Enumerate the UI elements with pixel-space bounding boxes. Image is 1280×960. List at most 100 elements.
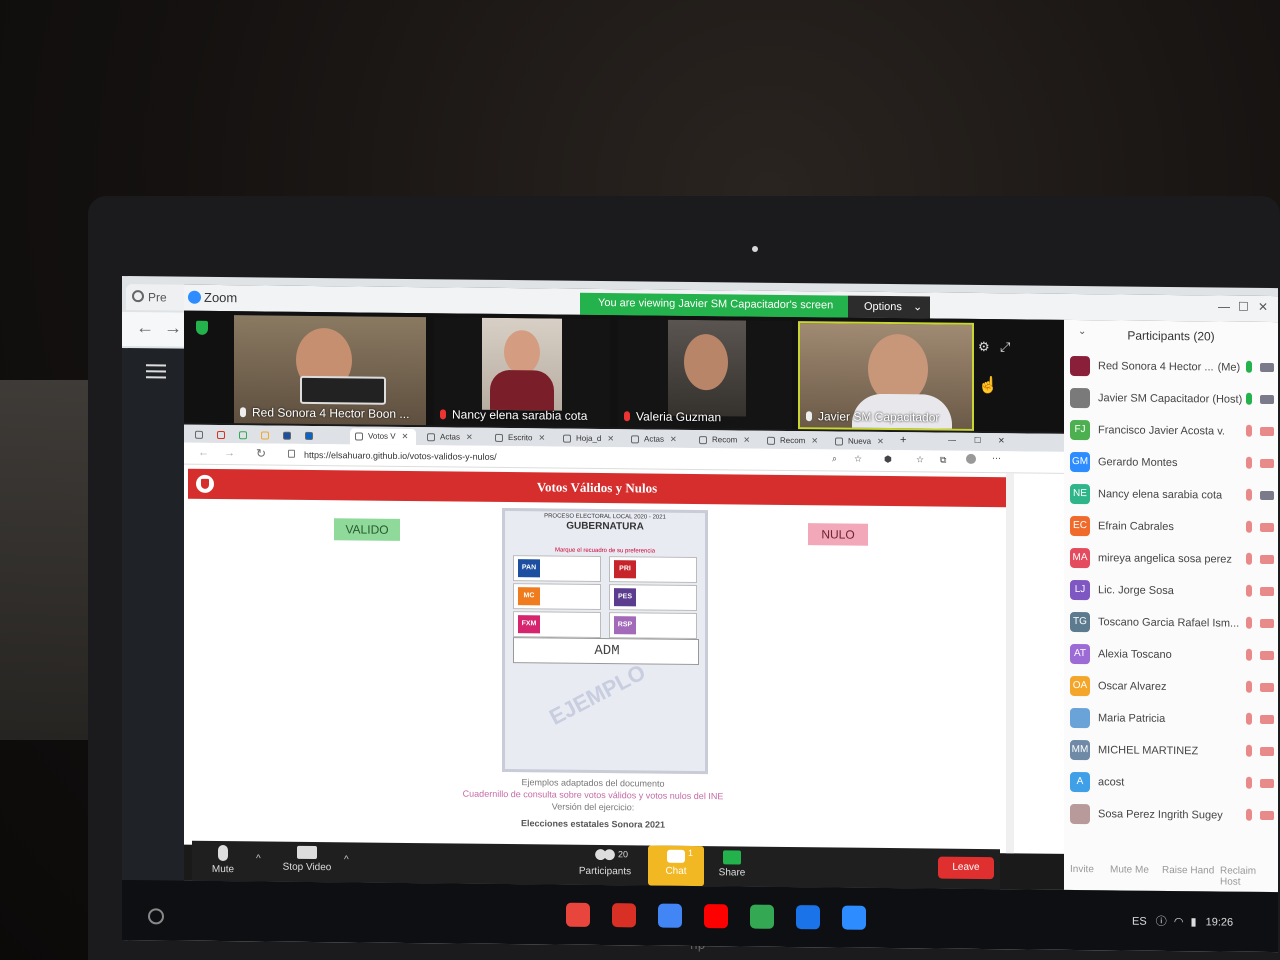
maximize-icon[interactable]: ☐: [1238, 300, 1249, 314]
video-off-icon[interactable]: [1260, 714, 1274, 725]
video-off-icon[interactable]: [1260, 522, 1274, 533]
video-options-caret-icon[interactable]: ^: [344, 854, 349, 865]
mute-button[interactable]: Mute: [208, 845, 238, 875]
system-tray[interactable]: ES ⓘ ◠ ▮ 19:26: [1132, 913, 1233, 930]
new-tab-plus-icon[interactable]: +: [900, 434, 906, 446]
browser-tab[interactable]: [212, 427, 234, 443]
close-tab-icon[interactable]: ✕: [877, 437, 884, 446]
mic-muted-icon[interactable]: [1246, 552, 1252, 565]
reload-icon[interactable]: ↻: [256, 446, 266, 460]
minimize-icon[interactable]: —: [948, 436, 956, 445]
participant-row[interactable]: NE Nancy elena sarabia cota: [1070, 482, 1276, 512]
url-field[interactable]: https://elsahuaro.github.io/votos-valido…: [304, 450, 497, 462]
video-tile-active-speaker[interactable]: Javier SM Capacitador: [798, 321, 974, 431]
extension-icon[interactable]: ⬢: [884, 454, 892, 465]
video-off-icon[interactable]: [1260, 618, 1274, 629]
mic-muted-icon[interactable]: [1246, 584, 1252, 597]
chat-button[interactable]: 1 Chat: [648, 845, 704, 887]
video-off-icon[interactable]: [1260, 682, 1274, 693]
close-tab-icon[interactable]: ✕: [466, 433, 473, 442]
browser-tab[interactable]: Recom ✕: [762, 433, 828, 450]
participant-row[interactable]: Javier SM Capacitador (Host): [1070, 386, 1276, 416]
mic-icon[interactable]: [1246, 360, 1252, 373]
favorites-icon[interactable]: ☆: [916, 454, 924, 465]
profile-avatar[interactable]: [966, 453, 976, 464]
play-store-icon[interactable]: [750, 904, 774, 929]
zoom-icon[interactable]: [842, 905, 866, 930]
files-icon[interactable]: [796, 905, 820, 930]
browser-tab-active[interactable]: Votos V ✕: [350, 428, 416, 446]
participant-row[interactable]: Maria Patricia: [1070, 706, 1276, 736]
youtube-icon[interactable]: [704, 904, 728, 929]
participant-row[interactable]: GM Gerardo Montes: [1070, 450, 1276, 480]
view-options-button[interactable]: Options ⌄: [848, 295, 930, 319]
more-menu-icon[interactable]: ⋯: [992, 453, 1001, 464]
video-off-icon[interactable]: [1260, 458, 1274, 469]
close-tab-icon[interactable]: ✕: [402, 432, 409, 441]
close-icon[interactable]: ✕: [1258, 300, 1268, 314]
video-tile[interactable]: Valeria Guzman: [618, 319, 792, 430]
mute-me-button[interactable]: Mute Me: [1110, 864, 1149, 875]
invite-button[interactable]: Invite: [1070, 864, 1094, 875]
participant-row[interactable]: OA Oscar Alvarez: [1070, 674, 1276, 704]
zoom-magnifier-icon[interactable]: ⌕: [832, 453, 837, 464]
fullscreen-icon[interactable]: ⤢: [1000, 339, 1010, 355]
video-camera-icon[interactable]: [1260, 490, 1274, 501]
forward-arrow-icon[interactable]: →: [224, 447, 235, 459]
back-arrow-icon[interactable]: ←: [198, 447, 209, 459]
share-screen-button[interactable]: Share: [712, 850, 752, 879]
video-tile[interactable]: Nancy elena sarabia cota: [434, 317, 610, 428]
back-arrow-icon[interactable]: ←: [136, 317, 154, 338]
mic-muted-icon[interactable]: [1246, 712, 1252, 725]
mic-muted-icon[interactable]: [1246, 680, 1252, 693]
hamburger-menu-icon[interactable]: [146, 364, 166, 379]
video-off-icon[interactable]: [1260, 426, 1274, 437]
mic-muted-icon[interactable]: [1246, 808, 1252, 821]
gear-icon[interactable]: ⚙: [978, 339, 990, 355]
video-camera-icon[interactable]: [1260, 362, 1274, 373]
maximize-icon[interactable]: ☐: [974, 436, 981, 445]
participants-button[interactable]: 20 Participants: [574, 848, 636, 878]
video-off-icon[interactable]: [1260, 554, 1274, 565]
video-off-icon[interactable]: [1260, 746, 1274, 757]
close-tab-icon[interactable]: ✕: [538, 433, 545, 442]
collections-icon[interactable]: ⧉: [940, 455, 946, 466]
browser-tab[interactable]: [256, 427, 278, 443]
participant-row[interactable]: Aacost: [1070, 770, 1276, 800]
valido-button[interactable]: VALIDO: [334, 518, 400, 541]
video-tile[interactable]: Red Sonora 4 Hector Boon ...: [234, 315, 426, 426]
participant-row[interactable]: EC Efrain Cabrales: [1070, 514, 1276, 544]
browser-tab[interactable]: Actas ✕: [422, 429, 488, 446]
docs-icon[interactable]: [658, 903, 682, 928]
mic-muted-icon[interactable]: [1246, 776, 1252, 789]
close-tab-icon[interactable]: ✕: [743, 436, 750, 445]
chrome-icon[interactable]: [566, 902, 590, 927]
reclaim-host-button[interactable]: Reclaim Host: [1220, 865, 1278, 888]
mic-muted-icon[interactable]: [1246, 520, 1252, 533]
mic-muted-icon[interactable]: [1246, 616, 1252, 629]
audio-options-caret-icon[interactable]: ^: [256, 853, 261, 864]
participant-row[interactable]: LJ Lic. Jorge Sosa: [1070, 578, 1276, 608]
mic-icon[interactable]: [1246, 392, 1252, 405]
browser-tab[interactable]: Actas ✕: [626, 431, 692, 448]
browser-tab[interactable]: Hoja_d ✕: [558, 431, 624, 448]
participant-row[interactable]: FJ Francisco Javier Acosta v.: [1070, 418, 1276, 448]
leave-meeting-button[interactable]: Leave: [938, 856, 994, 880]
video-off-icon[interactable]: [1260, 586, 1274, 597]
browser-tab[interactable]: Recom ✕: [694, 432, 760, 449]
browser-tab[interactable]: Nueva ✕: [830, 433, 896, 450]
forward-arrow-icon[interactable]: →: [164, 317, 182, 338]
star-icon[interactable]: ☆: [854, 454, 862, 465]
minimize-icon[interactable]: —: [1218, 299, 1230, 313]
video-off-icon[interactable]: [1260, 778, 1274, 789]
mic-muted-icon[interactable]: [1246, 488, 1252, 501]
stop-video-button[interactable]: Stop Video: [276, 845, 338, 874]
gmail-icon[interactable]: [612, 903, 636, 928]
page-scrollbar[interactable]: [1006, 473, 1014, 854]
mic-muted-icon[interactable]: [1246, 744, 1252, 757]
browser-tab[interactable]: [278, 428, 300, 444]
close-tab-icon[interactable]: ✕: [607, 434, 614, 443]
close-tab-icon[interactable]: ✕: [811, 436, 818, 445]
nulo-button[interactable]: NULO: [808, 523, 868, 546]
mic-muted-icon[interactable]: [1246, 456, 1252, 469]
